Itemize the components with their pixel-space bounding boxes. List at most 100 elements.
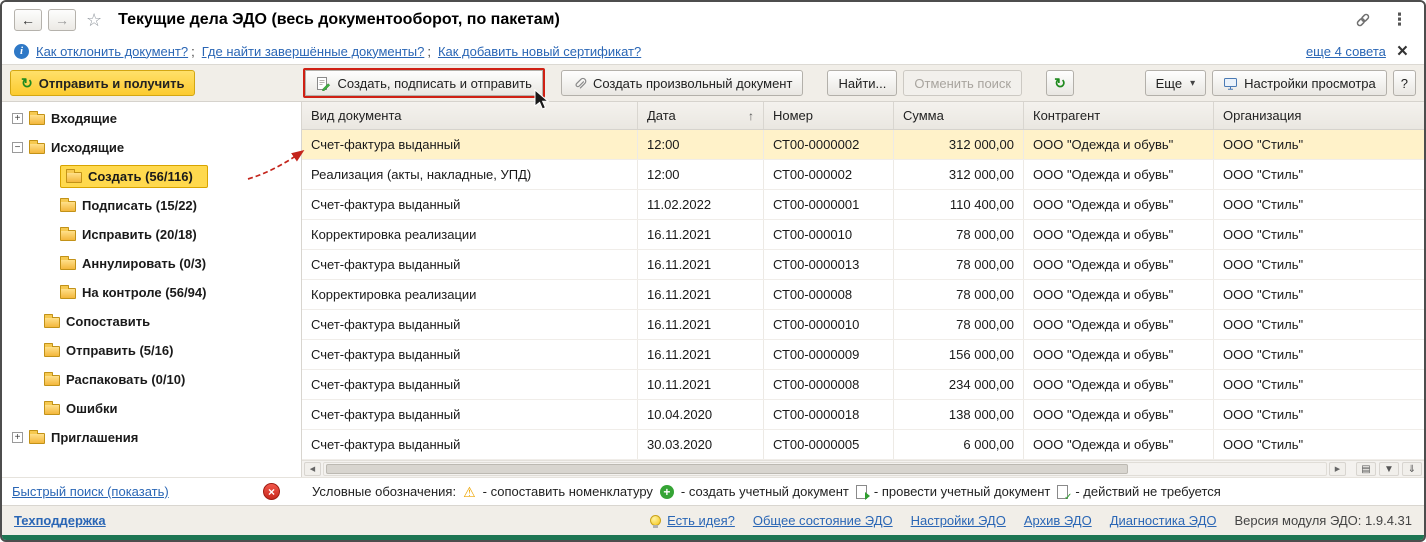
get-link-icon[interactable] <box>1355 12 1371 28</box>
favorite-star-icon[interactable]: ☆ <box>86 10 102 31</box>
tree-item-create[interactable]: Создать (56/116) <box>2 162 301 191</box>
tip-link-add-certificate[interactable]: Как добавить новый сертификат? <box>438 44 641 59</box>
scroll-right-button[interactable]: ▶ <box>1329 462 1346 476</box>
title-bar: ← → ☆ Текущие дела ЭДО (весь документооб… <box>2 2 1424 38</box>
cancel-search-button[interactable]: Отменить поиск <box>903 70 1023 96</box>
help-button[interactable]: ? <box>1392 70 1416 96</box>
sign-document-icon <box>317 76 331 91</box>
cell-doc-type: Корректировка реализации <box>302 280 638 309</box>
collapse-button[interactable]: ▼ <box>1379 462 1399 476</box>
cell-number: СТ00-0000010 <box>764 310 894 339</box>
refresh-button[interactable]: ↻ <box>1046 70 1074 96</box>
table-row[interactable]: Счет-фактура выданный 16.11.2021 СТ00-00… <box>302 310 1424 340</box>
send-receive-button[interactable]: ↻ Отправить и получить <box>10 70 196 96</box>
warning-icon: ⚠ <box>463 483 476 500</box>
cell-number: СТ00-0000008 <box>764 370 894 399</box>
forward-button[interactable]: → <box>48 9 76 31</box>
more-menu-icon[interactable]: ⋮ <box>1387 10 1412 30</box>
column-header-counterparty[interactable]: Контрагент <box>1024 102 1214 129</box>
cell-number: СТ00-0000001 <box>764 190 894 219</box>
edo-state-link[interactable]: Общее состояние ЭДО <box>753 513 893 528</box>
view-settings-button[interactable]: Настройки просмотра <box>1212 70 1387 96</box>
edo-archive-link[interactable]: Архив ЭДО <box>1024 513 1092 528</box>
legend-text: - сопоставить номенклатуру <box>482 484 653 499</box>
table-row[interactable]: Счет-фактура выданный 12:00 СТ00-0000002… <box>302 130 1424 160</box>
more-label: Еще <box>1155 75 1183 91</box>
tree-item-incoming[interactable]: + Входящие <box>2 104 301 133</box>
table-row[interactable]: Счет-фактура выданный 10.11.2021 СТ00-00… <box>302 370 1424 400</box>
send-receive-label: Отправить и получить <box>38 75 185 91</box>
tree-item-invitations[interactable]: + Приглашения <box>2 423 301 452</box>
tree-item-send[interactable]: Отправить (5/16) <box>2 336 301 365</box>
tree-item-label: Создать (56/116) <box>88 169 193 184</box>
close-icon[interactable]: × <box>1393 42 1412 61</box>
cell-organization: ООО "Стиль" <box>1223 407 1304 422</box>
create-sign-send-label: Создать, подписать и отправить <box>337 75 532 91</box>
quick-search-link[interactable]: Быстрый поиск (показать) <box>12 484 169 499</box>
edo-diagnostics-link[interactable]: Диагностика ЭДО <box>1110 513 1217 528</box>
table-row[interactable]: Счет-фактура выданный 30.03.2020 СТ00-00… <box>302 430 1424 460</box>
cell-organization: ООО "Стиль" <box>1223 137 1304 152</box>
cell-counterparty: ООО "Одежда и обувь" <box>1024 130 1214 159</box>
create-arbitrary-button[interactable]: Создать произвольный документ <box>560 70 804 96</box>
table-row[interactable]: Счет-фактура выданный 11.02.2022 СТ00-00… <box>302 190 1424 220</box>
table-row[interactable]: Счет-фактура выданный 16.11.2021 СТ00-00… <box>302 340 1424 370</box>
scrollbar-track[interactable] <box>323 462 1327 476</box>
tree-item-fix[interactable]: Исправить (20/18) <box>2 220 301 249</box>
column-header-doc-type[interactable]: Вид документа <box>302 102 638 129</box>
sort-asc-icon: ↑ <box>748 108 754 123</box>
tip-link-find-completed[interactable]: Где найти завершённые документы? <box>202 44 425 59</box>
folder-icon <box>44 314 60 328</box>
tree-item-unpack[interactable]: Распаковать (0/10) <box>2 365 301 394</box>
back-button[interactable]: ← <box>14 9 42 31</box>
cell-date: 12:00 <box>638 160 764 189</box>
tree-item-match[interactable]: Сопоставить <box>2 307 301 336</box>
more-tips-link[interactable]: еще 4 совета <box>1306 44 1386 59</box>
list-controls: ▤ ▼ ⇓ <box>1356 462 1422 476</box>
idea-link[interactable]: Есть идея? <box>667 513 735 528</box>
tree-item-sign[interactable]: Подписать (15/22) <box>2 191 301 220</box>
tree-item-annul[interactable]: Аннулировать (0/3) <box>2 249 301 278</box>
create-doc-icon: + <box>659 484 674 499</box>
collapse-icon[interactable]: − <box>12 142 23 153</box>
scroll-left-button[interactable]: ◀ <box>304 462 321 476</box>
table-row[interactable]: Счет-фактура выданный 16.11.2021 СТ00-00… <box>302 250 1424 280</box>
cell-organization: ООО "Стиль" <box>1223 377 1304 392</box>
tree-item-outgoing[interactable]: − Исходящие <box>2 133 301 162</box>
column-header-number[interactable]: Номер <box>764 102 894 129</box>
expand-icon[interactable]: + <box>12 113 23 124</box>
table-row[interactable]: Корректировка реализации 16.11.2021 СТ00… <box>302 280 1424 310</box>
scroll-to-end-button[interactable]: ⇓ <box>1402 462 1422 476</box>
grid-menu-button[interactable]: ▤ <box>1356 462 1376 476</box>
tree-item-on-control[interactable]: На контроле (56/94) <box>2 278 301 307</box>
cell-doc-type: Счет-фактура выданный <box>302 190 638 219</box>
clear-search-button[interactable]: × <box>263 483 280 500</box>
cell-sum: 312 000,00 <box>894 160 1024 189</box>
more-button[interactable]: Еще ▾ <box>1144 70 1207 96</box>
table-row[interactable]: Счет-фактура выданный 10.04.2020 СТ00-00… <box>302 400 1424 430</box>
legend-title: Условные обозначения: <box>312 484 457 499</box>
tree-item-errors[interactable]: Ошибки <box>2 394 301 423</box>
tip-link-reject-document[interactable]: Как отклонить документ? <box>36 44 188 59</box>
tree-item-label: Ошибки <box>66 401 118 416</box>
table-row[interactable]: Реализация (акты, накладные, УПД) 12:00 … <box>302 160 1424 190</box>
column-header-date[interactable]: Дата ↑ <box>638 102 764 129</box>
cell-sum: 6 000,00 <box>894 430 1024 459</box>
scrollbar-thumb[interactable] <box>326 464 1128 474</box>
create-sign-send-button[interactable]: Создать, подписать и отправить <box>305 70 543 96</box>
table-row[interactable]: Корректировка реализации 16.11.2021 СТ00… <box>302 220 1424 250</box>
expand-icon[interactable]: + <box>12 432 23 443</box>
edo-settings-link[interactable]: Настройки ЭДО <box>911 513 1006 528</box>
tree-item-label: Приглашения <box>51 430 139 445</box>
no-action-icon <box>1057 484 1072 503</box>
cell-counterparty: ООО "Одежда и обувь" <box>1024 370 1214 399</box>
cell-doc-type: Реализация (акты, накладные, УПД) <box>302 160 638 189</box>
column-header-organization[interactable]: Организация <box>1214 102 1424 129</box>
find-button[interactable]: Найти... <box>827 70 898 96</box>
folder-icon <box>60 198 76 212</box>
horizontal-scrollbar[interactable]: ◀ ▶ ▤ ▼ ⇓ <box>302 460 1424 477</box>
cell-doc-type: Счет-фактура выданный <box>302 370 638 399</box>
support-link[interactable]: Техподдержка <box>14 513 106 528</box>
cell-counterparty: ООО "Одежда и обувь" <box>1024 340 1214 369</box>
column-header-sum[interactable]: Сумма <box>894 102 1024 129</box>
